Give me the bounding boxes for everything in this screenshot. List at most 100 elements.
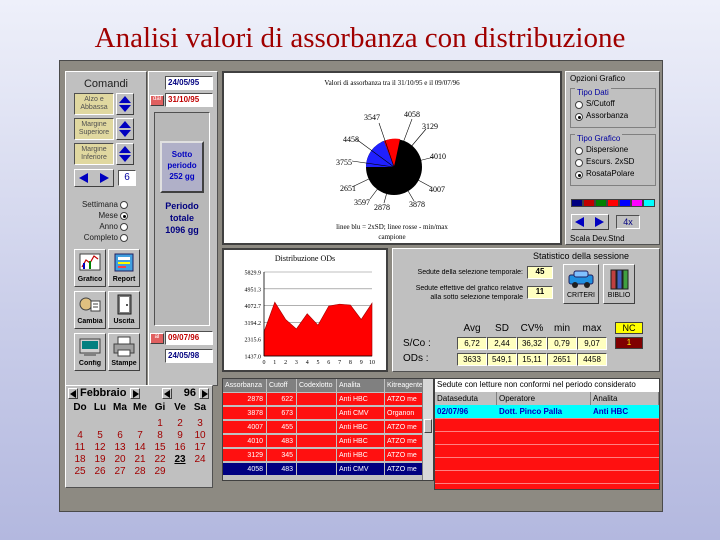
table-cell[interactable]: 483 xyxy=(267,435,297,448)
table-cell[interactable] xyxy=(297,449,337,462)
sedute-cell[interactable]: Anti HBC xyxy=(591,405,659,418)
table-cell[interactable]: Anti HBC xyxy=(337,421,385,434)
year-next-button[interactable] xyxy=(199,388,209,399)
table-cell[interactable]: Organon xyxy=(385,407,423,420)
sedute-header[interactable]: Dataseduta xyxy=(435,392,497,405)
calendar-day[interactable]: 8 xyxy=(150,430,170,441)
calendar-day[interactable]: 3 xyxy=(190,418,210,429)
alzo-up-down-button[interactable] xyxy=(116,93,134,115)
table-cell[interactable]: ATZO me xyxy=(385,435,423,448)
table-cell[interactable]: 4010 xyxy=(223,435,267,448)
table-header[interactable]: Assorbanza xyxy=(223,379,267,392)
radio-completo[interactable] xyxy=(120,234,128,242)
uscita-button[interactable]: Uscita xyxy=(108,291,140,329)
calendar-day[interactable]: 21 xyxy=(130,454,150,465)
table-cell[interactable]: 3129 xyxy=(223,449,267,462)
calendar-day[interactable]: 13 xyxy=(110,442,130,453)
table-cell[interactable]: Anti HBC xyxy=(337,393,385,406)
table-header[interactable]: Kitreagente xyxy=(385,379,423,392)
radio-rosata-polare[interactable] xyxy=(575,171,583,179)
table-cell[interactable]: ATZO me xyxy=(385,421,423,434)
table-cell[interactable] xyxy=(297,421,337,434)
calendar-day[interactable]: 1 xyxy=(150,418,170,429)
table-cell[interactable]: 622 xyxy=(267,393,297,406)
calendar-day[interactable]: 12 xyxy=(90,442,110,453)
scala-left-right-button[interactable] xyxy=(571,214,609,230)
calendar-day[interactable]: 10 xyxy=(190,430,210,441)
radio-settimana[interactable] xyxy=(120,201,128,209)
table-cell[interactable]: ATZO me xyxy=(385,393,423,406)
color-swatch[interactable] xyxy=(595,199,607,207)
table-cell[interactable]: 673 xyxy=(267,407,297,420)
table-scrollbar[interactable] xyxy=(422,379,433,480)
radio-scutoff[interactable] xyxy=(575,101,583,109)
table-header[interactable]: Codexlotto xyxy=(297,379,337,392)
calendar-day[interactable]: 18 xyxy=(70,454,90,465)
table-cell[interactable]: 4058 xyxy=(223,463,267,476)
calendar-day[interactable]: 9 xyxy=(170,430,190,441)
calendar-day[interactable]: 6 xyxy=(110,430,130,441)
radio-assorbanza[interactable] xyxy=(575,113,583,121)
year-prev-button[interactable] xyxy=(162,388,172,399)
report-button[interactable]: Report xyxy=(108,249,140,287)
margine-superiore-button[interactable] xyxy=(116,118,134,140)
radio-dispersione[interactable] xyxy=(575,147,583,155)
al-date-field[interactable]: 09/07/96 xyxy=(165,331,213,345)
criteri-button[interactable]: CRITERI xyxy=(563,264,599,304)
calendar-day[interactable]: 7 xyxy=(130,430,150,441)
table-cell[interactable] xyxy=(297,435,337,448)
color-swatch[interactable] xyxy=(631,199,643,207)
radio-anno[interactable] xyxy=(120,223,128,231)
table-cell[interactable]: 2878 xyxy=(223,393,267,406)
table-cell[interactable]: 345 xyxy=(267,449,297,462)
calendar-day[interactable]: 29 xyxy=(150,466,170,477)
scroll-thumb[interactable] xyxy=(424,419,432,433)
dal-date-field[interactable]: 31/10/95 xyxy=(165,93,213,107)
config-button[interactable]: Config xyxy=(74,333,106,371)
calendar-day[interactable]: 22 xyxy=(150,454,170,465)
radio-mese[interactable] xyxy=(120,212,128,220)
biblio-button[interactable]: BIBLIO xyxy=(603,264,635,304)
counter-field[interactable]: 6 xyxy=(118,170,136,186)
table-cell[interactable]: 4007 xyxy=(223,421,267,434)
table-cell[interactable] xyxy=(297,393,337,406)
dal-button[interactable]: dal xyxy=(150,95,164,106)
sedute-header[interactable]: Analita xyxy=(591,392,659,405)
table-cell[interactable]: Anti HBC xyxy=(337,435,385,448)
table-cell[interactable] xyxy=(297,463,337,476)
calendar-day[interactable]: 28 xyxy=(130,466,150,477)
table-cell[interactable]: Anti CMV xyxy=(337,407,385,420)
table-cell[interactable]: 455 xyxy=(267,421,297,434)
zoom-field[interactable]: 4x xyxy=(616,215,640,229)
sedute-header[interactable]: Operatore xyxy=(497,392,591,405)
calendar-day[interactable]: 5 xyxy=(90,430,110,441)
table-cell[interactable]: 483 xyxy=(267,463,297,476)
calendar-day[interactable]: 27 xyxy=(110,466,130,477)
calendar-day[interactable]: 20 xyxy=(110,454,130,465)
grafico-button[interactable]: Grafico xyxy=(74,249,106,287)
table-cell[interactable]: ATZO me xyxy=(385,449,423,462)
navigate-left-right-button[interactable] xyxy=(74,169,114,187)
cambia-button[interactable]: Cambia xyxy=(74,291,106,329)
sedute-cell[interactable]: Dott. Pinco Palla xyxy=(497,405,591,418)
calendar-day[interactable]: 17 xyxy=(190,442,210,453)
calendar-day[interactable]: 24 xyxy=(190,454,210,465)
calendar-day[interactable]: 11 xyxy=(70,442,90,453)
calendar-day[interactable]: 25 xyxy=(70,466,90,477)
month-prev-button[interactable] xyxy=(68,388,78,399)
color-swatch[interactable] xyxy=(571,199,583,207)
color-swatch[interactable] xyxy=(619,199,631,207)
table-cell[interactable] xyxy=(297,407,337,420)
color-swatch[interactable] xyxy=(643,199,655,207)
calendar-day[interactable]: 16 xyxy=(170,442,190,453)
table-cell[interactable]: 3878 xyxy=(223,407,267,420)
sedute-cell[interactable]: 02/07/96 xyxy=(435,405,497,418)
calendar-day[interactable]: 4 xyxy=(70,430,90,441)
month-next-button[interactable] xyxy=(130,388,140,399)
table-cell[interactable]: Anti CMV xyxy=(337,463,385,476)
calendar-day[interactable]: 26 xyxy=(90,466,110,477)
calendar-day[interactable]: 15 xyxy=(150,442,170,453)
margine-inferiore-button[interactable] xyxy=(116,143,134,165)
al-button[interactable]: al xyxy=(150,333,164,344)
calendar-day[interactable]: 23 xyxy=(170,454,190,465)
